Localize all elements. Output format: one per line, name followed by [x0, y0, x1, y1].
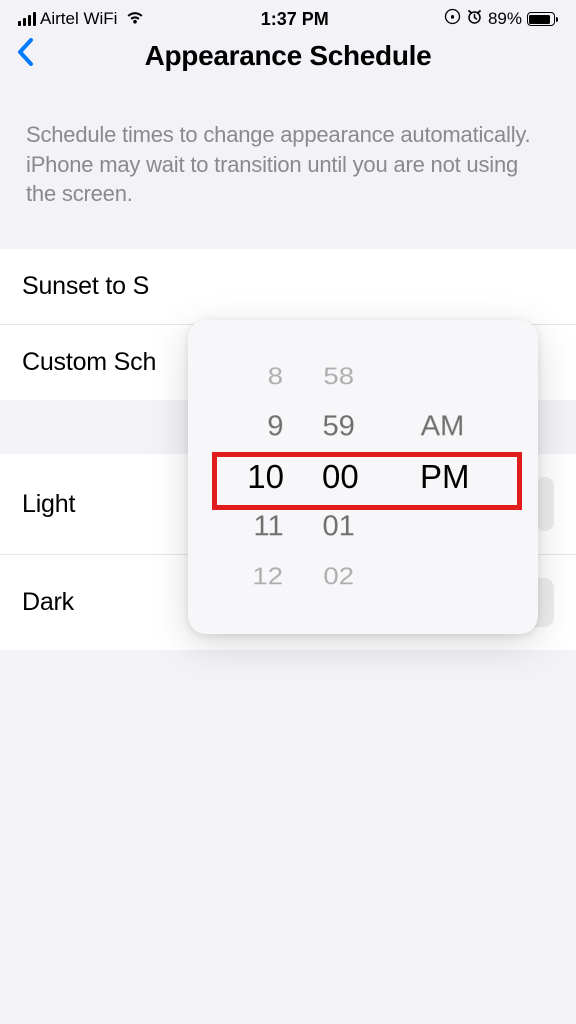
sunset-to-sunrise-option[interactable]: Sunset to S: [0, 249, 576, 325]
option-label: Custom Sch: [22, 348, 156, 377]
status-time: 1:37 PM: [261, 9, 329, 30]
hour-option-selected[interactable]: 10: [247, 452, 284, 502]
carrier-label: Airtel WiFi: [40, 9, 117, 29]
battery-percent: 89%: [488, 9, 522, 29]
signal-icon: [18, 12, 36, 26]
hour-option[interactable]: 8: [268, 357, 283, 397]
dark-label: Dark: [22, 588, 74, 617]
battery-icon: [527, 12, 558, 26]
hour-option[interactable]: 11: [253, 504, 283, 551]
ampm-wheel[interactable]: AM PM: [408, 320, 498, 634]
hour-option[interactable]: 9: [268, 404, 284, 451]
hour-option[interactable]: 12: [252, 557, 283, 597]
time-picker-popover: 8 9 10 11 12 58 59 00 01 02 AM PM: [188, 320, 538, 634]
alarm-icon: [466, 8, 483, 30]
lock-rotation-icon: [444, 8, 461, 30]
option-label: Sunset to S: [22, 272, 149, 301]
minute-option[interactable]: 58: [323, 357, 354, 397]
page-title: Appearance Schedule: [12, 40, 564, 72]
back-button[interactable]: [16, 37, 36, 76]
hour-wheel[interactable]: 8 9 10 11 12: [228, 320, 318, 634]
ampm-option-selected[interactable]: PM: [420, 452, 470, 502]
minute-option-selected[interactable]: 00: [322, 452, 359, 502]
status-right: 89%: [444, 8, 558, 30]
description-text: Schedule times to change appearance auto…: [0, 90, 576, 249]
minute-option[interactable]: 59: [323, 404, 355, 451]
nav-header: Appearance Schedule: [0, 34, 576, 90]
minute-option[interactable]: 01: [323, 504, 355, 551]
status-left: Airtel WiFi: [18, 9, 145, 30]
status-bar: Airtel WiFi 1:37 PM 89%: [0, 0, 576, 34]
ampm-option[interactable]: AM: [421, 404, 465, 451]
light-label: Light: [22, 490, 75, 519]
light-time-value[interactable]: [536, 477, 554, 531]
minute-option[interactable]: 02: [323, 557, 354, 597]
wifi-icon: [125, 9, 145, 30]
minute-wheel[interactable]: 58 59 00 01 02: [318, 320, 408, 634]
